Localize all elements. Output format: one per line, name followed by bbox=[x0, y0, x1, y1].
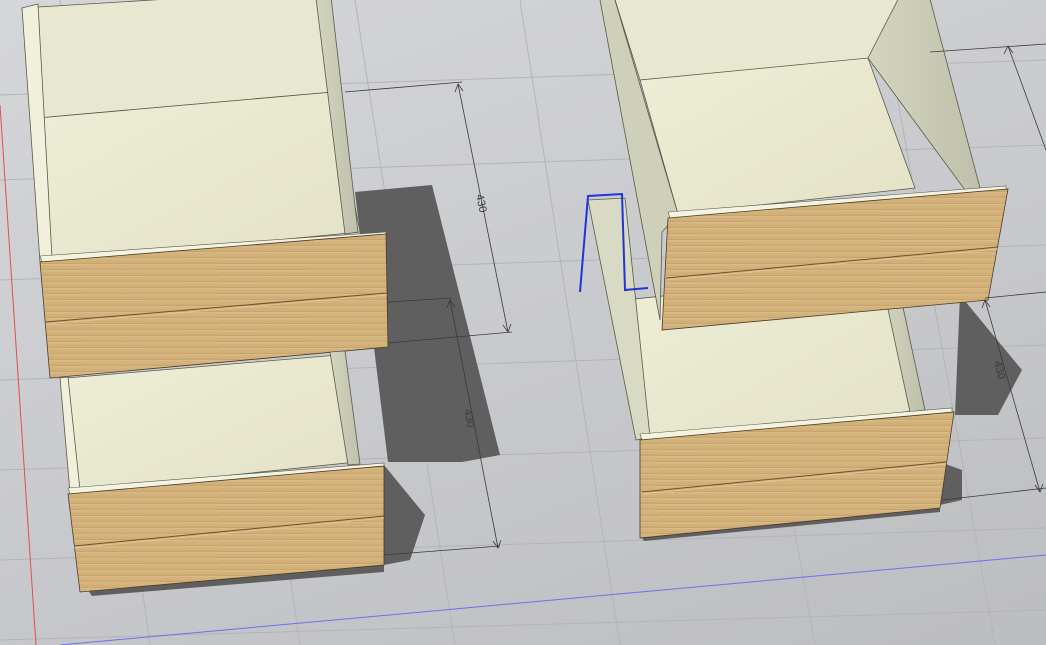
drawer-bottom-panel bbox=[37, 91, 361, 263]
drawer-right-upper[interactable] bbox=[599, 0, 1009, 331]
scene-canvas[interactable]: 430 430 430 bbox=[0, 0, 1046, 645]
drawer-left-lower[interactable] bbox=[59, 350, 385, 593]
drawer-bottom-panel bbox=[639, 57, 916, 215]
axis-y-red bbox=[0, 104, 37, 645]
3d-viewport[interactable]: 430 430 430 bbox=[0, 0, 1046, 645]
drawer-left-upper[interactable] bbox=[21, 0, 389, 379]
dimension-label-left-upper: 430 bbox=[473, 193, 489, 213]
